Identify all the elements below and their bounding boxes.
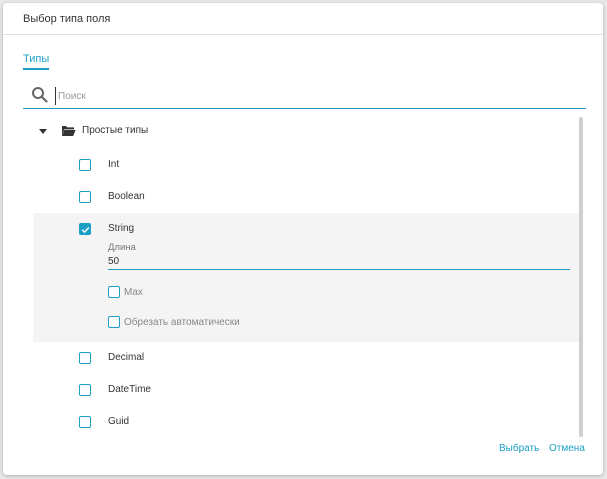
tree-item-label: Decimal: [108, 352, 145, 363]
cancel-button[interactable]: Отмена: [549, 443, 585, 454]
tree-group-label: Простые типы: [82, 125, 149, 136]
search-icon: [32, 87, 48, 103]
checkbox-max[interactable]: [108, 286, 120, 298]
tree-item-label: DateTime: [108, 384, 151, 395]
checkmark-icon: [81, 227, 90, 234]
folder-open-icon: [62, 126, 76, 136]
tree-item-int[interactable]: Int: [33, 149, 583, 181]
tab-types[interactable]: Типы: [23, 53, 50, 70]
tree-item-label: Boolean: [108, 191, 145, 202]
tree-scrollbar[interactable]: [579, 117, 583, 437]
select-button[interactable]: Выбрать: [499, 443, 539, 454]
tree-item-boolean[interactable]: Boolean: [33, 181, 583, 213]
tree-item-string[interactable]: String Длина Max Обрезать автоматически: [33, 213, 583, 342]
tree-item-label: Guid: [108, 416, 130, 427]
checkbox-auto-truncate[interactable]: [108, 316, 120, 328]
checkbox-datetime[interactable]: [79, 384, 91, 396]
checkbox-boolean[interactable]: [79, 191, 91, 203]
search-bar: [23, 83, 586, 109]
tree-item-datetime[interactable]: DateTime: [33, 374, 583, 406]
checkbox-int[interactable]: [79, 159, 91, 171]
checkbox-guid[interactable]: [79, 416, 91, 428]
type-tree: Простые типы Int Boolean String Длина Ma: [3, 117, 583, 437]
tree-item-label: Int: [108, 159, 120, 170]
dialog-title: Выбор типа поля: [23, 13, 111, 25]
checkbox-decimal[interactable]: [79, 352, 91, 364]
field-type-dialog: Выбор типа поля Типы Простые типы Int Bo…: [3, 3, 603, 475]
dialog-header: Выбор типа поля: [3, 3, 603, 35]
tree-item-guid[interactable]: Guid: [33, 406, 583, 438]
tree-item-decimal[interactable]: Decimal: [33, 342, 583, 374]
caret-down-icon[interactable]: [39, 129, 47, 134]
length-label: Длина: [108, 242, 136, 253]
search-input[interactable]: [55, 87, 575, 105]
option-label: Обрезать автоматически: [124, 317, 240, 328]
tree-item-label: String: [108, 223, 135, 234]
option-label: Max: [124, 287, 143, 298]
checkbox-string[interactable]: [79, 223, 91, 235]
length-input[interactable]: [108, 254, 570, 270]
